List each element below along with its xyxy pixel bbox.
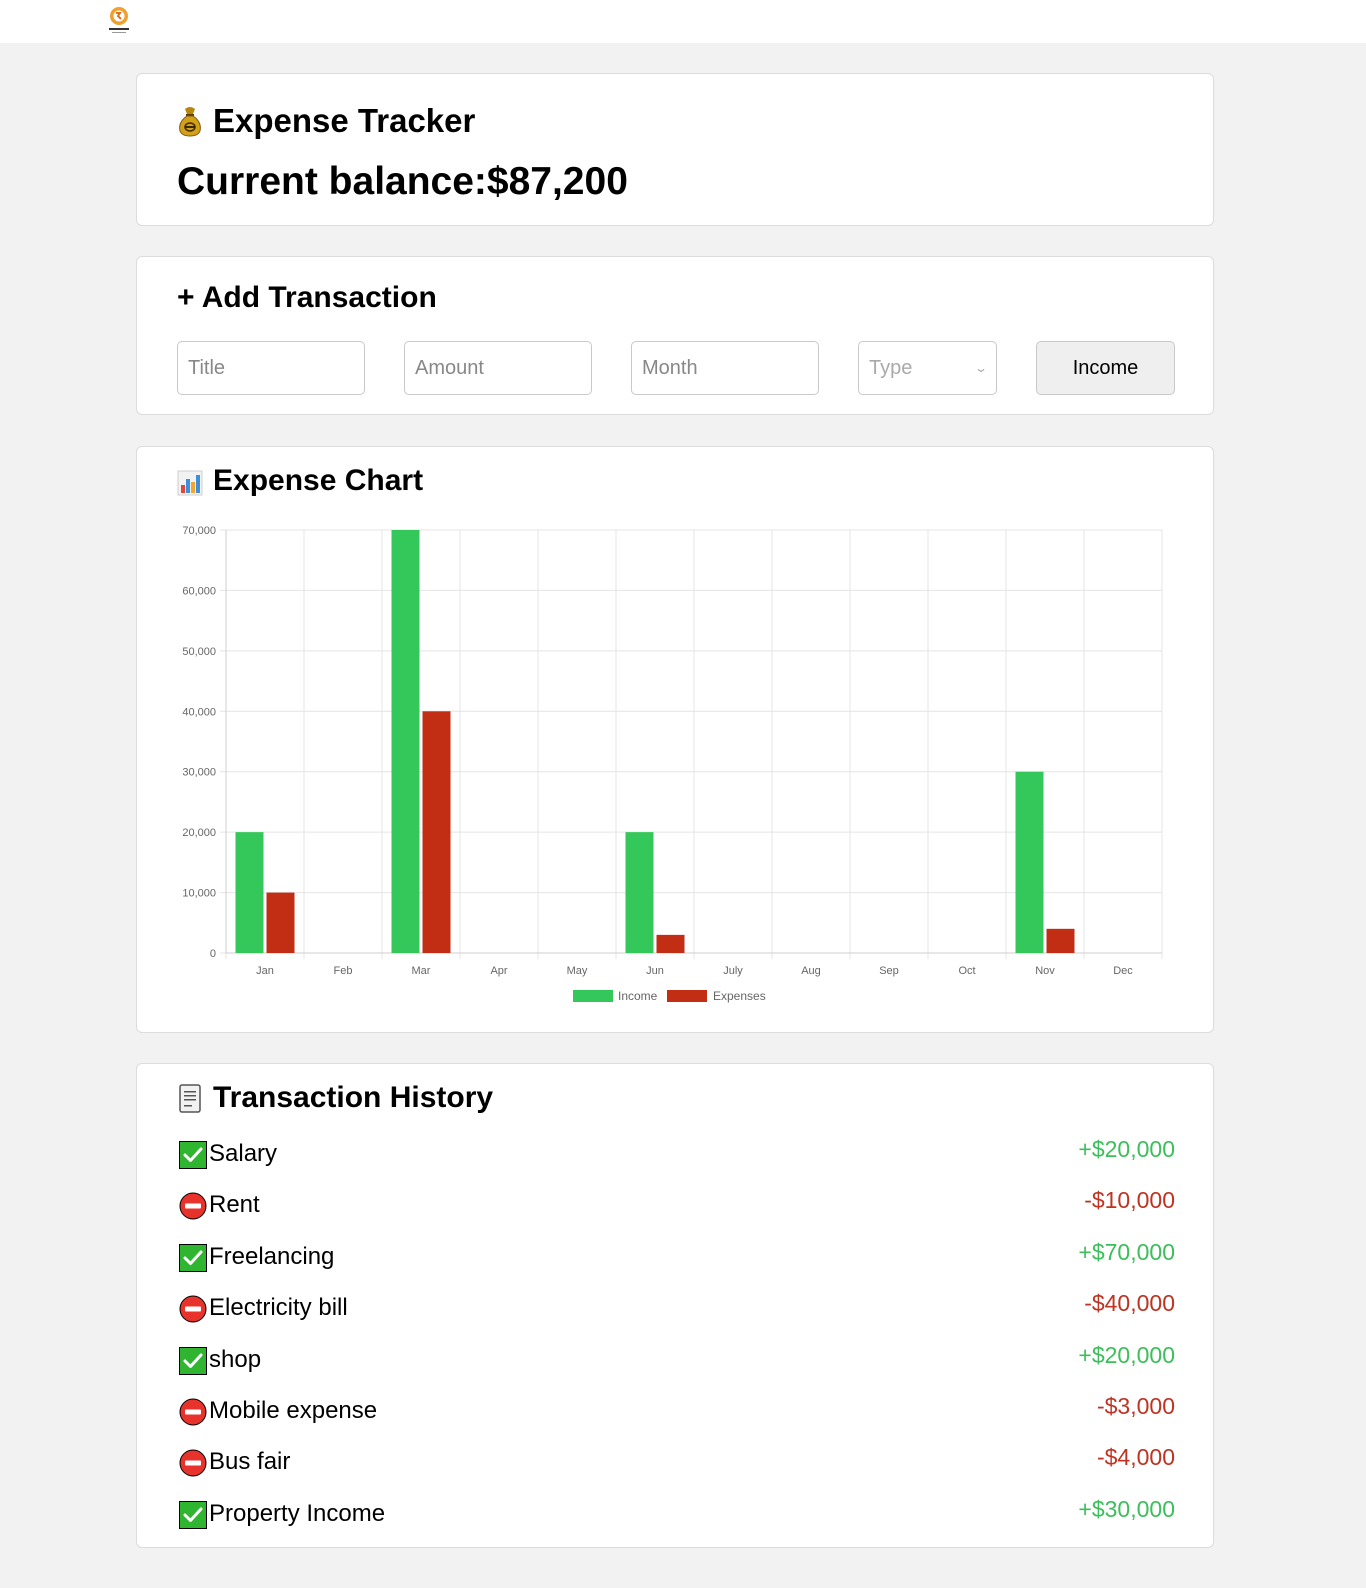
x-tick-label: Mar: [412, 965, 431, 977]
transaction-title: Freelancing: [209, 1242, 335, 1270]
y-tick-label: 30,000: [182, 767, 216, 779]
month-input[interactable]: Month: [631, 341, 819, 395]
x-tick-label: Dec: [1113, 965, 1133, 977]
transaction-amount: +$30,000: [1078, 1495, 1175, 1522]
transaction-amount: -$4,000: [1096, 1444, 1175, 1471]
history-title-text: Transaction History: [213, 1081, 494, 1114]
x-tick-label: Feb: [334, 965, 353, 977]
y-tick-label: 50,000: [182, 646, 216, 658]
y-tick-label: 40,000: [182, 706, 216, 718]
transaction-title: Salary: [209, 1140, 278, 1167]
legend-label-income: Income: [618, 989, 658, 1003]
check-mark-icon: [179, 1500, 207, 1529]
transaction-row: Property Income +$30,000: [177, 1496, 1175, 1536]
expense-chart-card: Expense Chart 0 10,000 20,000 30,000 40,000 5…: [136, 446, 1214, 1033]
transaction-title: Property Income: [209, 1499, 386, 1527]
y-tick-label: 60,000: [182, 585, 216, 597]
transaction-amount: +$20,000: [1078, 1341, 1175, 1368]
current-balance: Current balance:$87,200: [177, 160, 628, 204]
x-tick-label: Jan: [256, 965, 274, 977]
transaction-title: Mobile expense: [209, 1397, 378, 1424]
check-mark-icon: [179, 1141, 207, 1169]
check-mark-icon: [179, 1243, 207, 1272]
transaction-row: Mobile expense -$3,000: [177, 1393, 1175, 1433]
transaction-row: Rent -$10,000: [177, 1187, 1175, 1227]
chevron-down-icon: ⌄: [973, 361, 989, 375]
legend-swatch-expenses: [667, 990, 707, 1002]
top-bar: [0, 0, 1366, 43]
transaction-amount: +$20,000: [1078, 1136, 1175, 1162]
balance-value: $87,200: [486, 160, 628, 203]
transaction-amount: +$70,000: [1078, 1238, 1175, 1265]
no-entry-icon: [179, 1192, 207, 1220]
add-income-button[interactable]: Income: [1036, 341, 1175, 395]
title-input[interactable]: Title: [177, 341, 365, 395]
y-tick-label: 10,000: [182, 888, 216, 900]
no-entry-icon: [179, 1398, 207, 1426]
type-select-value: Type: [869, 356, 913, 379]
transaction-amount: -$3,000: [1096, 1393, 1175, 1419]
transaction-row: Bus fair -$4,000: [177, 1444, 1175, 1484]
x-tick-label: July: [723, 965, 743, 977]
x-tick-label: Sep: [879, 965, 899, 977]
expense-logo[interactable]: [106, 5, 132, 35]
type-select[interactable]: Type ⌄: [858, 341, 997, 395]
expenses-bar-mar: [422, 711, 451, 953]
check-mark-icon: [179, 1346, 207, 1375]
no-entry-icon: [179, 1295, 207, 1323]
app-title-text: Expense Tracker: [213, 102, 476, 139]
transaction-row: Electricity bill -$40,000: [177, 1290, 1175, 1330]
expenses-bar-jan: [266, 892, 295, 953]
balance-card: Expense Tracker Current balance:$87,200: [136, 73, 1214, 226]
x-tick-label: Nov: [1035, 965, 1055, 977]
expense-bar-chart: 0 10,000 20,000 30,000 40,000 50,000 60,000 70,…: [182, 525, 1163, 1003]
transaction-history-card: Transaction History Salary +$20,000 Rent -$…: [136, 1063, 1214, 1548]
x-tick-label: Jun: [646, 965, 664, 977]
income-bar-mar: [391, 530, 420, 953]
y-tick-label: 0: [210, 948, 216, 960]
add-transaction-heading: + Add Transaction: [177, 281, 437, 314]
transaction-title: Bus fair: [209, 1448, 291, 1476]
income-bar-nov: [1015, 771, 1044, 953]
x-tick-label: Oct: [958, 965, 975, 977]
balance-label: Current balance:: [177, 160, 487, 203]
no-entry-icon: [179, 1449, 207, 1477]
x-tick-label: Aug: [801, 965, 821, 977]
transaction-row: Freelancing +$70,000: [177, 1239, 1175, 1279]
x-tick-label: May: [567, 965, 588, 977]
legend-label-expenses: Expenses: [713, 989, 766, 1003]
legend-swatch-income: [573, 990, 613, 1002]
money-bag-icon: [179, 107, 201, 137]
income-bar-jun: [625, 832, 654, 953]
transaction-amount: -$10,000: [1084, 1187, 1175, 1214]
y-tick-label: 70,000: [182, 525, 216, 537]
transaction-title: Rent: [209, 1191, 260, 1219]
y-tick-label: 20,000: [182, 827, 216, 839]
income-bar-jan: [235, 832, 264, 953]
add-transaction-card: + Add Transaction Title Amount Month Typ…: [136, 256, 1214, 415]
expenses-bar-nov: [1046, 928, 1075, 953]
transaction-row: Salary +$20,000: [177, 1136, 1175, 1176]
history-heading: Transaction History: [177, 1081, 493, 1115]
amount-input[interactable]: Amount: [404, 341, 592, 395]
ledger-icon: [179, 1084, 201, 1113]
expenses-bar-jun: [656, 934, 685, 953]
x-tick-label: Apr: [490, 965, 507, 977]
transaction-title: shop: [209, 1345, 262, 1373]
transaction-title: Electricity bill: [209, 1294, 348, 1322]
app-title-heading: Expense Tracker: [177, 102, 475, 140]
transaction-row: shop +$20,000: [177, 1342, 1175, 1382]
transaction-amount: -$40,000: [1084, 1290, 1175, 1317]
